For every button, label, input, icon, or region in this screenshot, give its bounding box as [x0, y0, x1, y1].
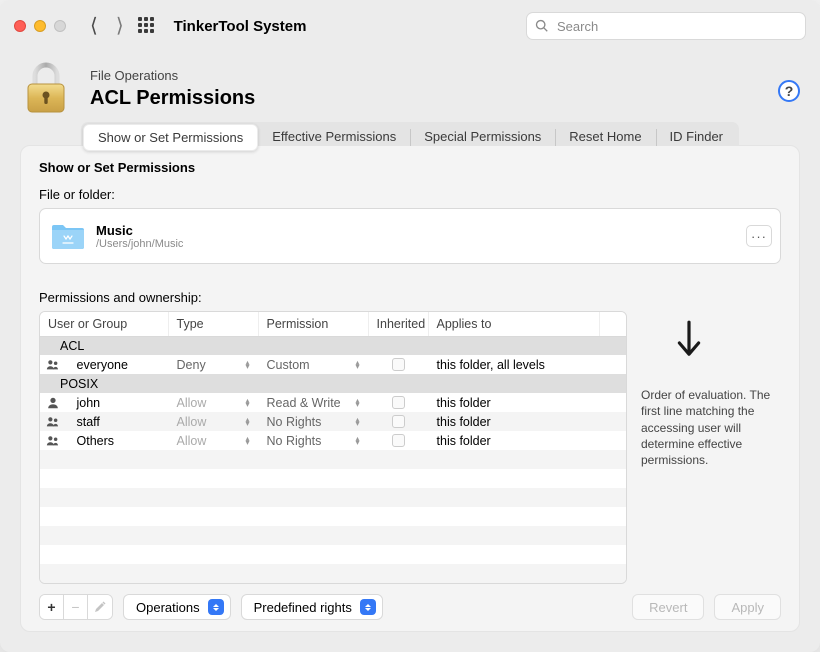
remove-button: − [64, 595, 88, 619]
tab-show-set-permissions[interactable]: Show or Set Permissions [83, 124, 258, 151]
cell-type-select[interactable]: Allow▴▾ [177, 415, 250, 429]
traffic-lights [14, 20, 66, 32]
table-header-row: User or Group Type Permission Inherited … [40, 312, 626, 336]
col-type[interactable]: Type [168, 312, 258, 336]
search-icon [535, 19, 549, 33]
edit-button [88, 595, 112, 619]
file-field-label: File or folder: [39, 187, 781, 202]
group-header-acl: ACL [40, 336, 626, 355]
lock-icon [20, 62, 72, 114]
table-row[interactable]: staff Allow▴▾ No Rights▴▾ this folder [40, 412, 626, 431]
evaluation-note: Order of evaluation. The first line matc… [641, 311, 781, 584]
group-icon [46, 415, 60, 429]
group-header-posix: POSIX [40, 374, 626, 393]
chevron-updown-icon [208, 599, 224, 615]
page-title: ACL Permissions [90, 87, 255, 110]
cell-type-select[interactable]: Allow▴▾ [177, 396, 250, 410]
file-name: Music [96, 223, 183, 238]
operations-menu[interactable]: Operations [123, 594, 231, 620]
app-title: TinkerTool System [174, 18, 307, 35]
chevron-updown-icon [360, 599, 376, 615]
add-button[interactable]: + [40, 595, 64, 619]
cell-permission-select[interactable]: No Rights▴▾ [267, 434, 360, 448]
group-icon [46, 434, 60, 448]
cell-applies: this folder [428, 431, 599, 450]
search-field[interactable] [526, 12, 806, 40]
overview-grid-button[interactable] [138, 17, 156, 35]
table-row[interactable]: john Allow▴▾ Read & Write▴▾ this folder [40, 393, 626, 412]
predefined-rights-menu[interactable]: Predefined rights [241, 594, 383, 620]
minimize-window-button[interactable] [34, 20, 46, 32]
predefined-label: Predefined rights [254, 600, 352, 615]
nav-arrows: ⟨ ⟩ [90, 16, 124, 36]
inherited-checkbox[interactable] [392, 358, 405, 371]
forward-button: ⟩ [116, 16, 124, 36]
col-permission[interactable]: Permission [258, 312, 368, 336]
person-icon [46, 396, 60, 410]
folder-icon [50, 221, 86, 251]
revert-button: Revert [632, 594, 704, 620]
down-arrow-icon [669, 319, 709, 359]
permissions-table[interactable]: User or Group Type Permission Inherited … [39, 311, 627, 584]
col-user-group[interactable]: User or Group [40, 312, 168, 336]
section-title: Show or Set Permissions [39, 160, 781, 175]
cell-applies: this folder [428, 393, 599, 412]
table-row[interactable]: everyone Deny▴▾ Custom▴▾ this folder, al… [40, 355, 626, 374]
file-options-button[interactable]: ··· [746, 225, 772, 247]
file-path: /Users/john/Music [96, 238, 183, 250]
cell-user: everyone [68, 355, 168, 374]
cell-applies: this folder [428, 412, 599, 431]
zoom-window-button [54, 20, 66, 32]
file-selector[interactable]: Music /Users/john/Music ··· [39, 208, 781, 264]
apply-button: Apply [714, 594, 781, 620]
inherited-checkbox[interactable] [392, 396, 405, 409]
tab-special-permissions[interactable]: Special Permissions [410, 124, 555, 151]
content-panel: Show or Set Permissions File or folder: … [20, 145, 800, 632]
bottom-controls: + − Operations Predefined rights Revert … [39, 594, 781, 620]
evaluation-text: Order of evaluation. The first line matc… [641, 387, 781, 468]
tab-reset-home[interactable]: Reset Home [555, 124, 655, 151]
page-header: File Operations ACL Permissions ? [0, 52, 820, 114]
help-button[interactable]: ? [778, 80, 800, 102]
row-edit-buttons: + − [39, 594, 113, 620]
permissions-label: Permissions and ownership: [39, 290, 781, 305]
col-applies[interactable]: Applies to [428, 312, 599, 336]
titlebar: ⟨ ⟩ TinkerTool System [0, 0, 820, 52]
cell-permission-select[interactable]: No Rights▴▾ [267, 415, 360, 429]
cell-user: john [68, 393, 168, 412]
cell-user: Others [68, 431, 168, 450]
inherited-checkbox[interactable] [392, 434, 405, 447]
table-row[interactable]: Others Allow▴▾ No Rights▴▾ this folder [40, 431, 626, 450]
col-inherited[interactable]: Inherited [368, 312, 428, 336]
close-window-button[interactable] [14, 20, 26, 32]
pencil-icon [94, 601, 106, 613]
operations-label: Operations [136, 600, 200, 615]
cell-type-select[interactable]: Allow▴▾ [177, 434, 250, 448]
inherited-checkbox[interactable] [392, 415, 405, 428]
cell-type-select[interactable]: Deny▴▾ [177, 358, 250, 372]
category-label: File Operations [90, 68, 255, 83]
tab-effective-permissions[interactable]: Effective Permissions [258, 124, 410, 151]
group-icon [46, 358, 60, 372]
search-input[interactable] [555, 18, 797, 35]
app-window: ⟨ ⟩ TinkerTool System [0, 0, 820, 652]
cell-applies: this folder, all levels [428, 355, 599, 374]
cell-permission-select[interactable]: Custom▴▾ [267, 358, 360, 372]
tab-id-finder[interactable]: ID Finder [656, 124, 737, 151]
back-button[interactable]: ⟨ [90, 16, 98, 36]
cell-permission-select[interactable]: Read & Write▴▾ [267, 396, 360, 410]
cell-user: staff [68, 412, 168, 431]
